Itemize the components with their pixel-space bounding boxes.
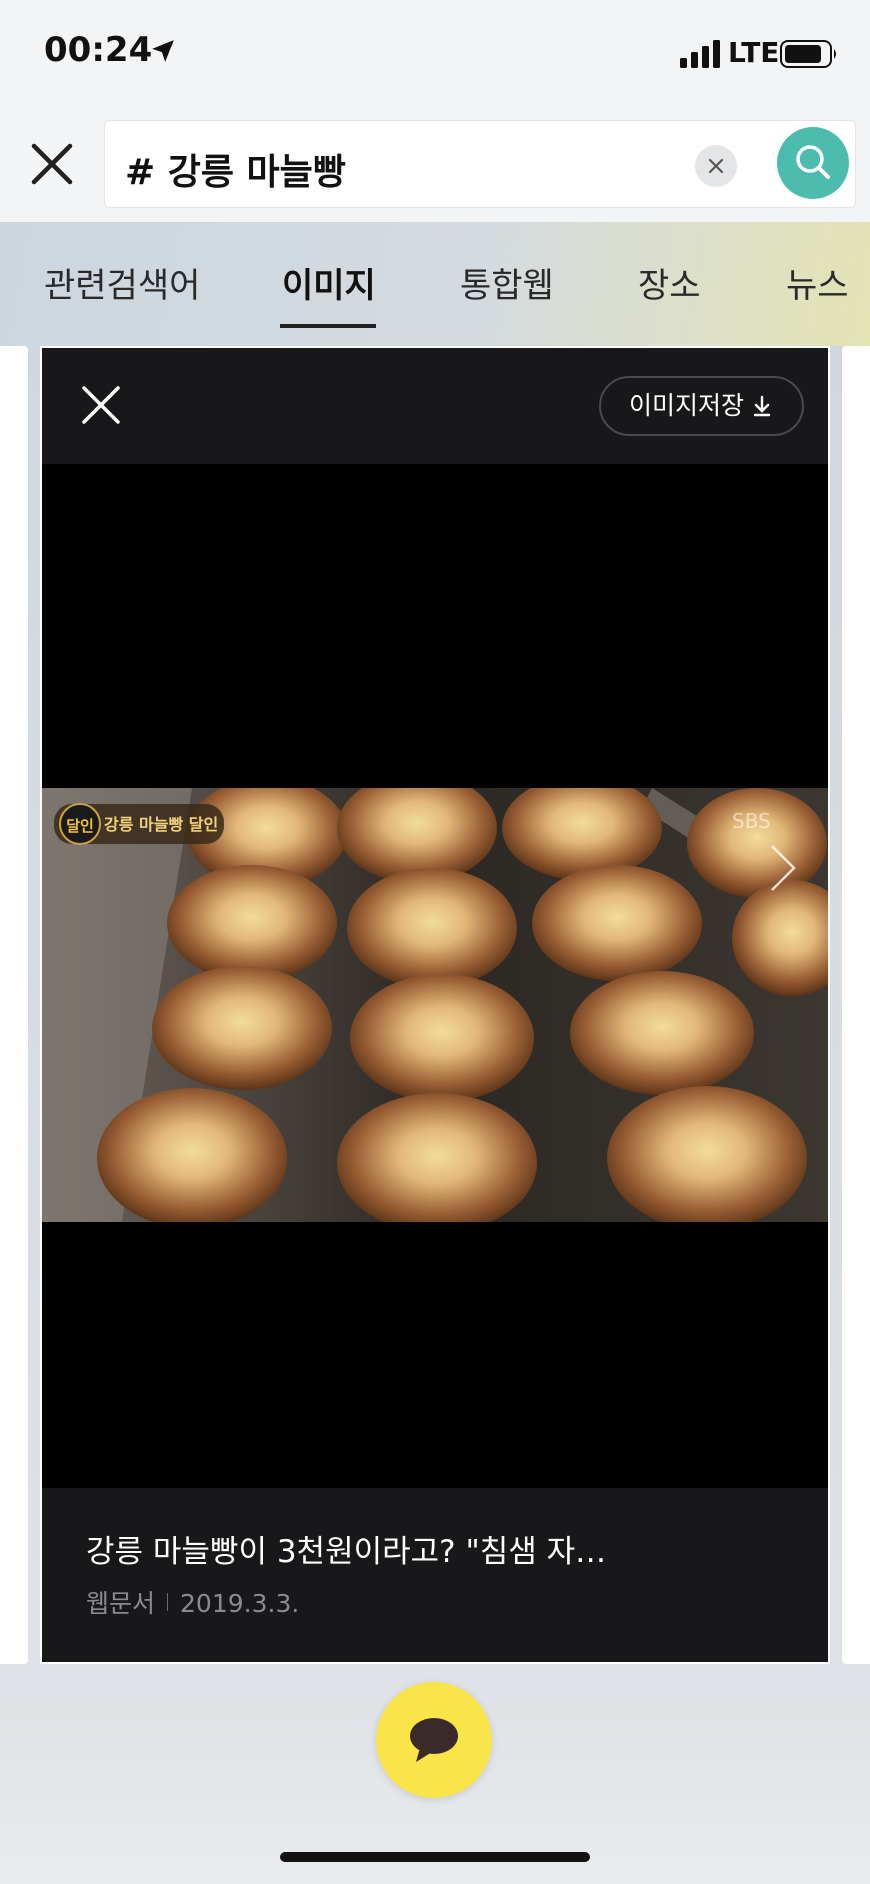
close-icon[interactable] [26,138,78,190]
garlic-bread-photo: 달인 강릉 마늘빵 달인 SBS [42,788,828,1222]
save-image-label: 이미지저장 [628,391,744,420]
chat-bubble-icon [410,1718,458,1762]
bread-buns [97,788,828,1222]
tab-related[interactable]: 관련검색어 [44,258,200,307]
caption-source: 웹문서 [86,1589,156,1618]
search-icon [796,145,830,179]
viewer-toolbar: 이미지저장 [42,348,828,464]
signal-icon [680,40,720,68]
active-tab-indicator [280,324,376,328]
photo-watermark: SBS [732,809,771,833]
save-image-button[interactable]: 이미지저장 [598,376,804,436]
tab-web[interactable]: 통합웹 [460,258,554,307]
image-viewer: 이미지저장 달인 강릉 마늘빵 달인 SBS 강릉 마늘빵이 3천원이라고? "… [40,346,830,1664]
status-bar: 00:24 LTE [0,0,870,108]
home-indicator [280,1852,590,1862]
tab-news[interactable]: 뉴스 [786,258,849,307]
search-input[interactable]: # 강릉 마늘빵 [104,120,856,208]
search-query[interactable]: # 강릉 마늘빵 [125,143,346,195]
network-type: LTE [728,36,780,69]
image-caption[interactable]: 강릉 마늘빵이 3천원이라고? "침샘 자… 웹문서 2019.3.3. [42,1488,828,1662]
status-time: 00:24 [44,30,153,70]
close-viewer-icon[interactable] [80,384,122,426]
download-icon [753,395,771,417]
search-button[interactable] [777,127,849,199]
battery-icon [780,40,836,68]
location-arrow-icon [152,40,174,62]
photo-badge: 달인 [66,817,94,835]
tab-images[interactable]: 이미지 [282,258,376,307]
category-tabs: 관련검색어 이미지 통합웹 장소 뉴스 [0,222,870,346]
tab-places[interactable]: 장소 [638,258,701,307]
meta-divider [167,1593,169,1611]
caption-meta: 웹문서 2019.3.3. [86,1584,299,1620]
next-card-peek[interactable] [842,346,870,1664]
photo-overlay-label: 강릉 마늘빵 달인 [104,815,218,834]
chevron-right-icon[interactable] [766,840,800,896]
clear-icon [708,158,724,174]
caption-date: 2019.3.3. [180,1589,300,1618]
page: 00:24 LTE # 강릉 마늘빵 관련검색어 이미지 통합웹 장소 뉴스 이… [0,0,870,1884]
search-header: # 강릉 마늘빵 [0,108,870,222]
clear-button[interactable] [695,145,737,187]
previous-card-peek[interactable] [0,346,28,1664]
chat-button[interactable] [376,1682,492,1798]
caption-title[interactable]: 강릉 마늘빵이 3천원이라고? "침샘 자… [86,1526,606,1571]
